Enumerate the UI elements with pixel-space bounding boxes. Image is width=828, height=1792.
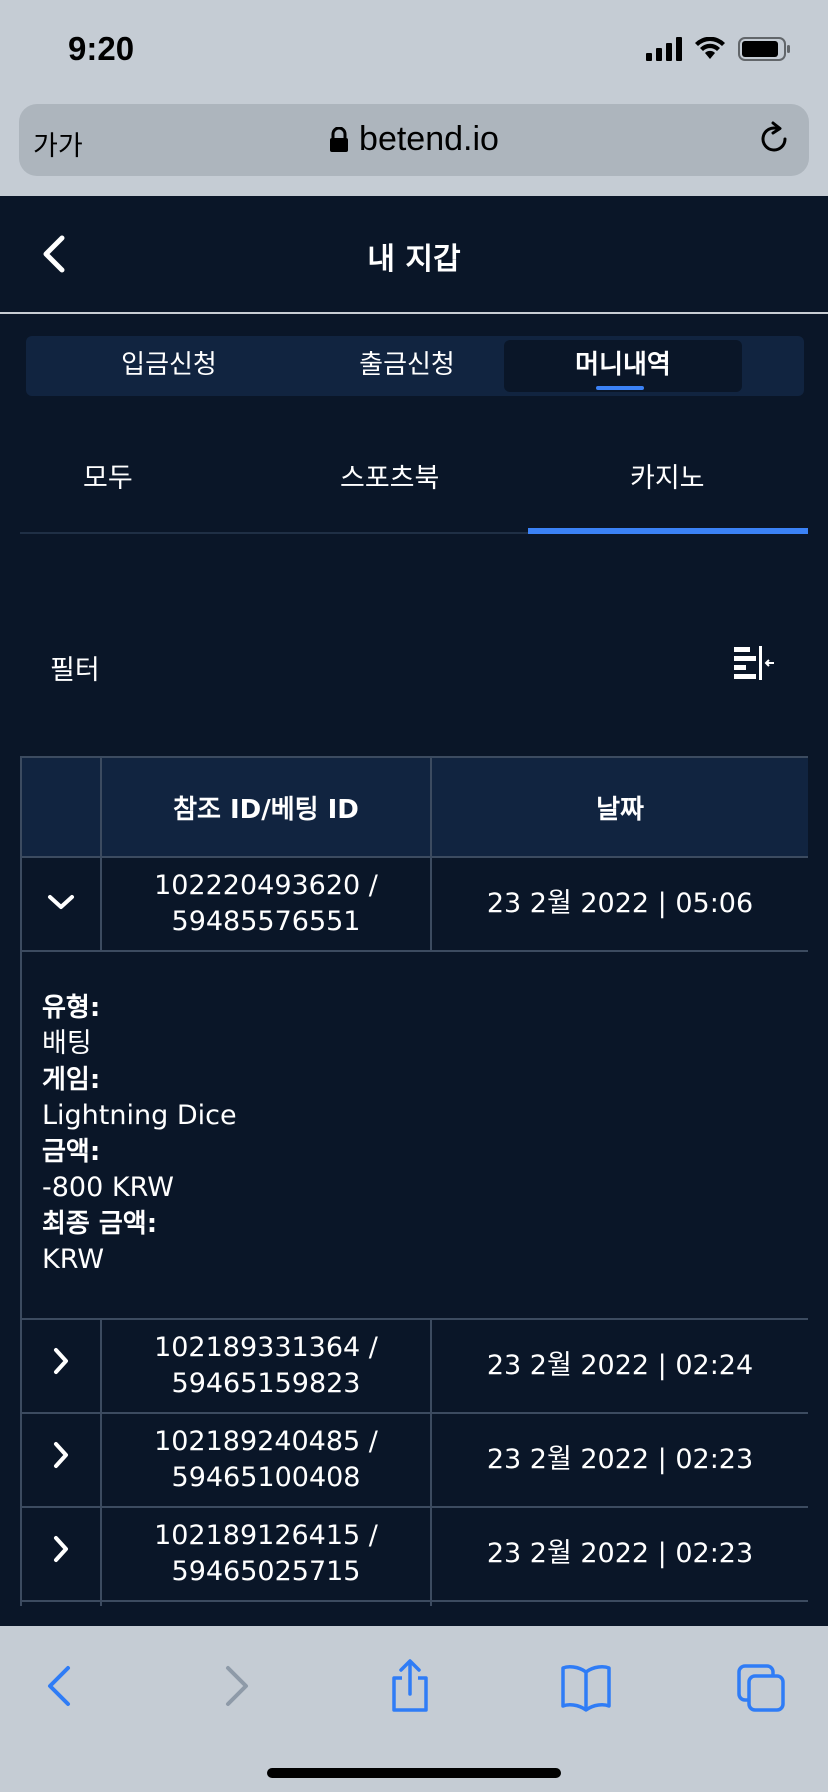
- browser-toolbar: [0, 1626, 828, 1792]
- row-toggle[interactable]: [20, 1318, 102, 1414]
- row-toggle[interactable]: [20, 856, 102, 952]
- detail-game-label: 게임:: [42, 1065, 101, 1095]
- filter-icon[interactable]: [732, 644, 776, 684]
- detail-final-amount-label: 최종 금액:: [42, 1209, 158, 1239]
- date-cell: 23 2월 2022 | 02:23: [430, 1506, 808, 1602]
- detail-game-value: Lightning Dice: [42, 1100, 237, 1131]
- table-row[interactable]: 102189240485 / 59465100408 23 2월 2022 | …: [20, 1412, 808, 1508]
- tab-deposit-request[interactable]: 입금신청: [50, 340, 288, 392]
- filter-label[interactable]: 필터: [50, 648, 100, 687]
- detail-final-amount-value: KRW: [42, 1244, 105, 1275]
- lock-icon: [330, 126, 349, 152]
- page-title: 내 지갑: [367, 242, 461, 277]
- bet-id: 59465159823: [171, 1368, 361, 1399]
- tab-withdraw-request[interactable]: 출금신청: [288, 340, 526, 392]
- column-header-toggle: [20, 756, 102, 858]
- subtab-sportsbook[interactable]: 스포츠북: [340, 456, 439, 495]
- table-row[interactable]: 102189126415 / 59465025715 23 2월 2022 | …: [20, 1506, 808, 1602]
- browser-address-area: 가가 betend.io: [0, 100, 828, 196]
- forward-icon[interactable]: [216, 1656, 256, 1716]
- row-detail: 유형: 배팅 게임: Lightning Dice 금액: -800 KRW 최…: [20, 950, 808, 1320]
- status-bar: 9:20: [0, 0, 828, 100]
- detail-type-label: 유형:: [42, 993, 101, 1023]
- tab-money-history-label: 머니내역: [575, 350, 671, 380]
- tab-money-history[interactable]: 머니내역: [504, 340, 742, 392]
- chevron-right-icon: [54, 1348, 68, 1374]
- detail-amount-value: -800 KRW: [42, 1172, 174, 1203]
- back-icon[interactable]: [40, 1656, 80, 1716]
- detail-type-value: 배팅: [42, 1028, 92, 1059]
- reload-icon[interactable]: [755, 120, 793, 158]
- url-display[interactable]: betend.io: [19, 120, 809, 159]
- ref-id-cell: 102189126415 / 59465025715: [100, 1506, 432, 1602]
- share-icon[interactable]: [388, 1656, 432, 1716]
- table-header-row: 참조 ID/베팅 ID 날짜: [20, 756, 808, 858]
- subtab-casino[interactable]: 카지노: [630, 456, 705, 495]
- ref-id: 102189126415 /: [154, 1520, 378, 1551]
- status-icons: [646, 36, 792, 62]
- ref-id: 102189240485 /: [154, 1426, 378, 1457]
- date-cell: 23 2월 2022 | 02:24: [430, 1318, 808, 1414]
- ref-id-cell: 102220493620 / 59485576551: [100, 856, 432, 952]
- url-text: betend.io: [359, 120, 499, 158]
- history-table: 참조 ID/베팅 ID 날짜 102220493620 / 5948557655…: [20, 756, 808, 1606]
- history-table-container: 참조 ID/베팅 ID 날짜 102220493620 / 5948557655…: [20, 756, 808, 1606]
- table-row[interactable]: [20, 1600, 808, 1606]
- tabs-icon[interactable]: [736, 1656, 786, 1716]
- table-row[interactable]: 102189331364 / 59465159823 23 2월 2022 | …: [20, 1318, 808, 1414]
- status-time: 9:20: [68, 30, 135, 67]
- ref-id-cell: 102189240485 / 59465100408: [100, 1412, 432, 1508]
- date-cell: [430, 1600, 808, 1606]
- date-cell: 23 2월 2022 | 05:06: [430, 856, 808, 952]
- bookmarks-icon[interactable]: [560, 1656, 612, 1716]
- active-tab-indicator: [596, 386, 644, 390]
- row-detail-cell: 유형: 배팅 게임: Lightning Dice 금액: -800 KRW 최…: [20, 950, 808, 1320]
- main-tabs: 입금신청 출금신청 머니내역: [26, 336, 804, 396]
- subtab-all[interactable]: 모두: [83, 456, 133, 495]
- row-toggle[interactable]: [20, 1600, 102, 1606]
- battery-icon: [738, 37, 790, 61]
- row-toggle[interactable]: [20, 1506, 102, 1602]
- column-header-ref-id: 참조 ID/베팅 ID: [100, 756, 432, 858]
- table-row[interactable]: 102220493620 / 59485576551 23 2월 2022 | …: [20, 856, 808, 952]
- ref-id: 102220493620 /: [154, 870, 378, 901]
- bet-id: 59465025715: [171, 1556, 361, 1587]
- filter-row: 필터: [20, 620, 808, 710]
- ref-id: 102189331364 /: [154, 1332, 378, 1363]
- subtab-active-indicator: [528, 528, 808, 534]
- cellular-signal-icon: [646, 37, 682, 61]
- wifi-icon: [695, 37, 725, 59]
- bet-id: 59485576551: [171, 906, 361, 937]
- page-header: 내 지갑: [0, 196, 828, 314]
- date-cell: 23 2월 2022 | 02:23: [430, 1412, 808, 1508]
- chevron-right-icon: [54, 1536, 68, 1562]
- chevron-right-icon: [54, 1442, 68, 1468]
- column-header-date: 날짜: [430, 756, 808, 858]
- home-indicator: [267, 1768, 561, 1778]
- row-toggle[interactable]: [20, 1412, 102, 1508]
- chevron-down-icon: [48, 895, 74, 909]
- detail-amount-label: 금액:: [42, 1137, 101, 1167]
- bet-id: 59465100408: [171, 1462, 361, 1493]
- ref-id-cell: [100, 1600, 432, 1606]
- sub-tabs: 모두 스포츠북 카지노: [20, 420, 808, 534]
- ref-id-cell: 102189331364 / 59465159823: [100, 1318, 432, 1414]
- address-bar[interactable]: 가가 betend.io: [19, 104, 809, 176]
